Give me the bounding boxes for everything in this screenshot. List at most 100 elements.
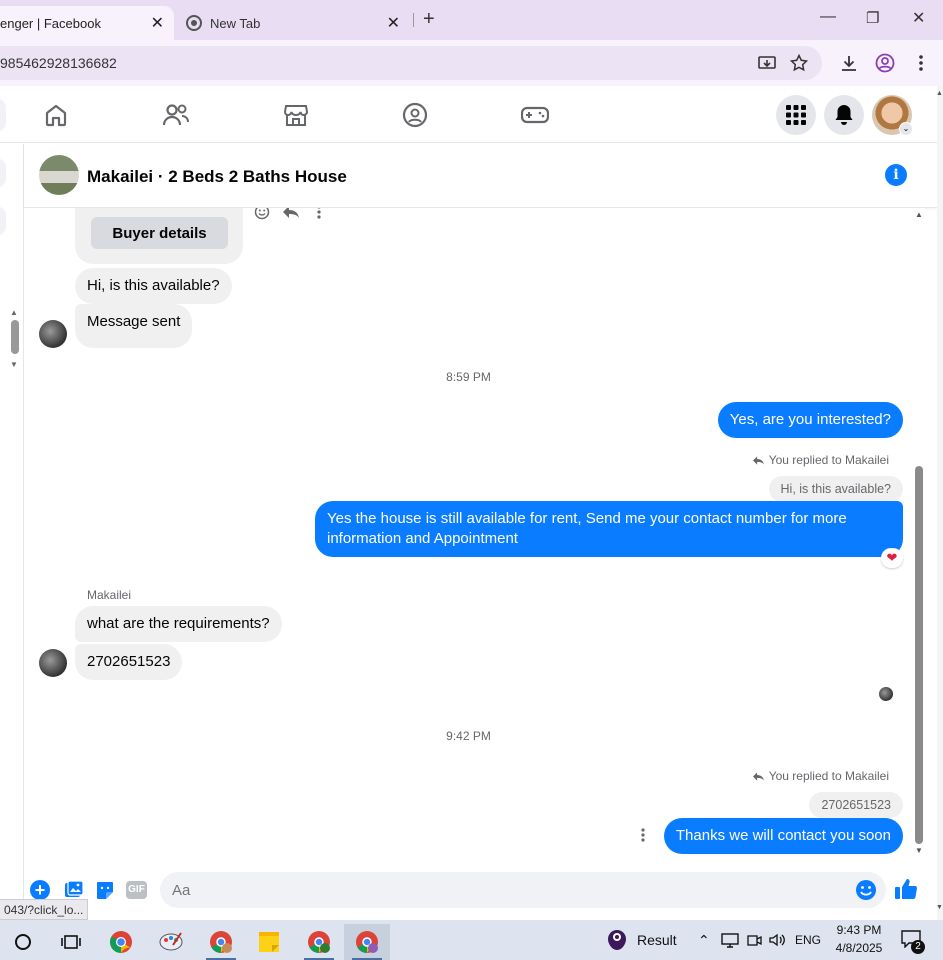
friends-icon[interactable] xyxy=(161,100,191,130)
tab-label: enger | Facebook xyxy=(0,15,101,31)
status-url-bar: 043/?click_lo... xyxy=(0,899,89,920)
tray-chevron-icon[interactable]: ⌃ xyxy=(698,932,710,949)
groups-icon[interactable] xyxy=(400,100,430,130)
tab-close-icon[interactable]: ✕ xyxy=(387,13,400,33)
chat-scrollbar-thumb[interactable] xyxy=(915,466,923,844)
clock-time[interactable]: 9:43 PM xyxy=(834,923,884,937)
timestamp-divider: 8:59 PM xyxy=(446,370,491,384)
new-tab-button[interactable]: + xyxy=(423,8,435,31)
more-options-icon[interactable] xyxy=(316,208,322,225)
install-app-icon[interactable] xyxy=(756,52,778,74)
marketplace-icon[interactable] xyxy=(281,100,311,130)
gaming-icon[interactable] xyxy=(520,100,550,130)
search-pill-edge[interactable] xyxy=(0,98,6,132)
notifications-button[interactable] xyxy=(824,95,864,135)
windows-taskbar: Result ⌃ ENG 9:43 PM 4/8/2025 2 xyxy=(0,920,943,960)
bell-icon xyxy=(835,105,853,125)
message-composer: + GIF xyxy=(24,864,937,916)
clock-date[interactable]: 4/8/2025 xyxy=(834,941,884,955)
message-bubble-incoming[interactable]: Message sent xyxy=(75,304,193,348)
message-bubble-incoming[interactable]: Hi, is this available? xyxy=(75,268,232,304)
chat-scrollbar[interactable]: ▲ ▼ xyxy=(913,208,925,864)
chrome-logo-icon xyxy=(186,15,202,31)
scroll-down-arrow-icon[interactable]: ▼ xyxy=(10,360,18,369)
url-text: 985462928136682 xyxy=(0,55,117,71)
grid-icon xyxy=(786,105,806,125)
meet-now-icon[interactable] xyxy=(746,932,762,953)
reply-quote[interactable]: 2702651523 xyxy=(809,792,903,818)
tab-label: New Tab xyxy=(210,15,261,31)
start-search-icon[interactable] xyxy=(0,924,46,960)
home-icon[interactable] xyxy=(41,100,71,130)
left-sidebar-edge: ▲ ▼ xyxy=(0,144,24,920)
message-input[interactable] xyxy=(160,872,886,908)
gif-button[interactable]: GIF xyxy=(126,881,147,899)
message-list: Buyer details Hi, is this available? Mes… xyxy=(24,208,913,864)
sticky-notes-icon[interactable] xyxy=(246,924,292,960)
heart-reaction-icon[interactable]: ❤ xyxy=(881,548,903,568)
tab-new-tab[interactable]: New Tab ✕ xyxy=(176,6,412,40)
close-window-button[interactable]: ✕ xyxy=(912,8,925,28)
emoji-icon[interactable] xyxy=(855,879,877,906)
profile-icon[interactable] xyxy=(874,52,896,74)
buyer-card: Buyer details xyxy=(75,208,243,264)
facebook-top-nav: ⌄ xyxy=(0,86,943,143)
reply-quote[interactable]: Hi, is this available? xyxy=(768,476,903,502)
chrome-app-icon[interactable] xyxy=(98,924,144,960)
chrome-profile-app-icon[interactable] xyxy=(198,924,244,960)
thumbs-up-icon[interactable] xyxy=(894,877,918,906)
message-bubble-incoming[interactable]: what are the requirements? xyxy=(75,606,282,642)
add-more-icon[interactable]: + xyxy=(30,880,50,900)
scroll-up-arrow-icon[interactable]: ▲ xyxy=(10,308,18,317)
download-icon[interactable] xyxy=(838,52,860,74)
message-bubble-outgoing[interactable]: Yes the house is still available for ren… xyxy=(315,501,903,557)
react-smiley-icon[interactable] xyxy=(254,208,270,225)
info-icon[interactable]: i xyxy=(885,164,907,186)
left-scrollbar-thumb[interactable] xyxy=(11,320,19,354)
volume-icon[interactable] xyxy=(768,932,786,953)
minimize-button[interactable]: — xyxy=(820,8,836,26)
network-icon[interactable] xyxy=(721,932,739,953)
task-view-icon[interactable] xyxy=(48,924,94,960)
sidebar-item-edge[interactable] xyxy=(0,158,6,188)
reply-label: You replied to Makailei xyxy=(768,453,889,467)
more-options-icon[interactable] xyxy=(640,827,646,848)
menu-kebab-icon[interactable] xyxy=(910,52,932,74)
menu-grid-button[interactable] xyxy=(776,95,816,135)
notification-count-badge: 2 xyxy=(911,940,925,954)
page-scrollbar[interactable]: ▲ ▼ xyxy=(936,86,943,920)
tab-close-icon[interactable]: ✕ xyxy=(151,13,164,33)
message-bubble-outgoing[interactable]: Yes, are you interested? xyxy=(717,402,903,438)
chevron-down-icon[interactable]: ⌄ xyxy=(899,122,913,136)
reply-context: You replied to Makailei xyxy=(752,453,889,467)
sender-avatar[interactable] xyxy=(39,320,67,348)
reply-arrow-icon xyxy=(752,771,764,781)
chrome-profile-app-icon[interactable] xyxy=(296,924,342,960)
sender-avatar[interactable] xyxy=(39,649,67,677)
tab-facebook[interactable]: enger | Facebook ✕ xyxy=(0,6,174,40)
bookmark-star-icon[interactable] xyxy=(788,52,810,74)
listing-thumbnail[interactable] xyxy=(39,155,79,195)
chrome-profile-app-icon[interactable] xyxy=(344,924,390,960)
paint-app-icon[interactable] xyxy=(148,924,194,960)
scroll-up-arrow-icon[interactable]: ▲ xyxy=(936,90,943,97)
language-indicator[interactable]: ENG xyxy=(795,933,821,947)
scroll-down-arrow-icon[interactable]: ▼ xyxy=(915,846,923,855)
maximize-button[interactable]: ❐ xyxy=(866,9,879,27)
buyer-details-button[interactable]: Buyer details xyxy=(91,217,228,249)
reply-context: You replied to Makailei xyxy=(752,769,889,783)
address-bar-row: 985462928136682 xyxy=(0,40,943,86)
sticker-icon[interactable] xyxy=(95,880,115,905)
premier-league-icon[interactable] xyxy=(606,928,628,952)
sidebar-item-edge[interactable] xyxy=(0,206,6,236)
message-bubble-outgoing[interactable]: Thanks we will contact you soon xyxy=(663,818,903,854)
reply-arrow-icon[interactable] xyxy=(282,208,300,225)
weather-result-label[interactable]: Result xyxy=(637,932,677,948)
timestamp-divider: 9:42 PM xyxy=(446,729,491,743)
scroll-down-arrow-icon[interactable]: ▼ xyxy=(936,904,943,911)
url-field[interactable]: 985462928136682 xyxy=(0,46,822,80)
scroll-up-arrow-icon[interactable]: ▲ xyxy=(915,210,923,219)
message-bubble-incoming[interactable]: 2702651523 xyxy=(75,644,183,680)
chat-header: Makailei · 2 Beds 2 Baths House i xyxy=(24,144,937,208)
chat-title[interactable]: Makailei · 2 Beds 2 Baths House xyxy=(87,167,347,187)
